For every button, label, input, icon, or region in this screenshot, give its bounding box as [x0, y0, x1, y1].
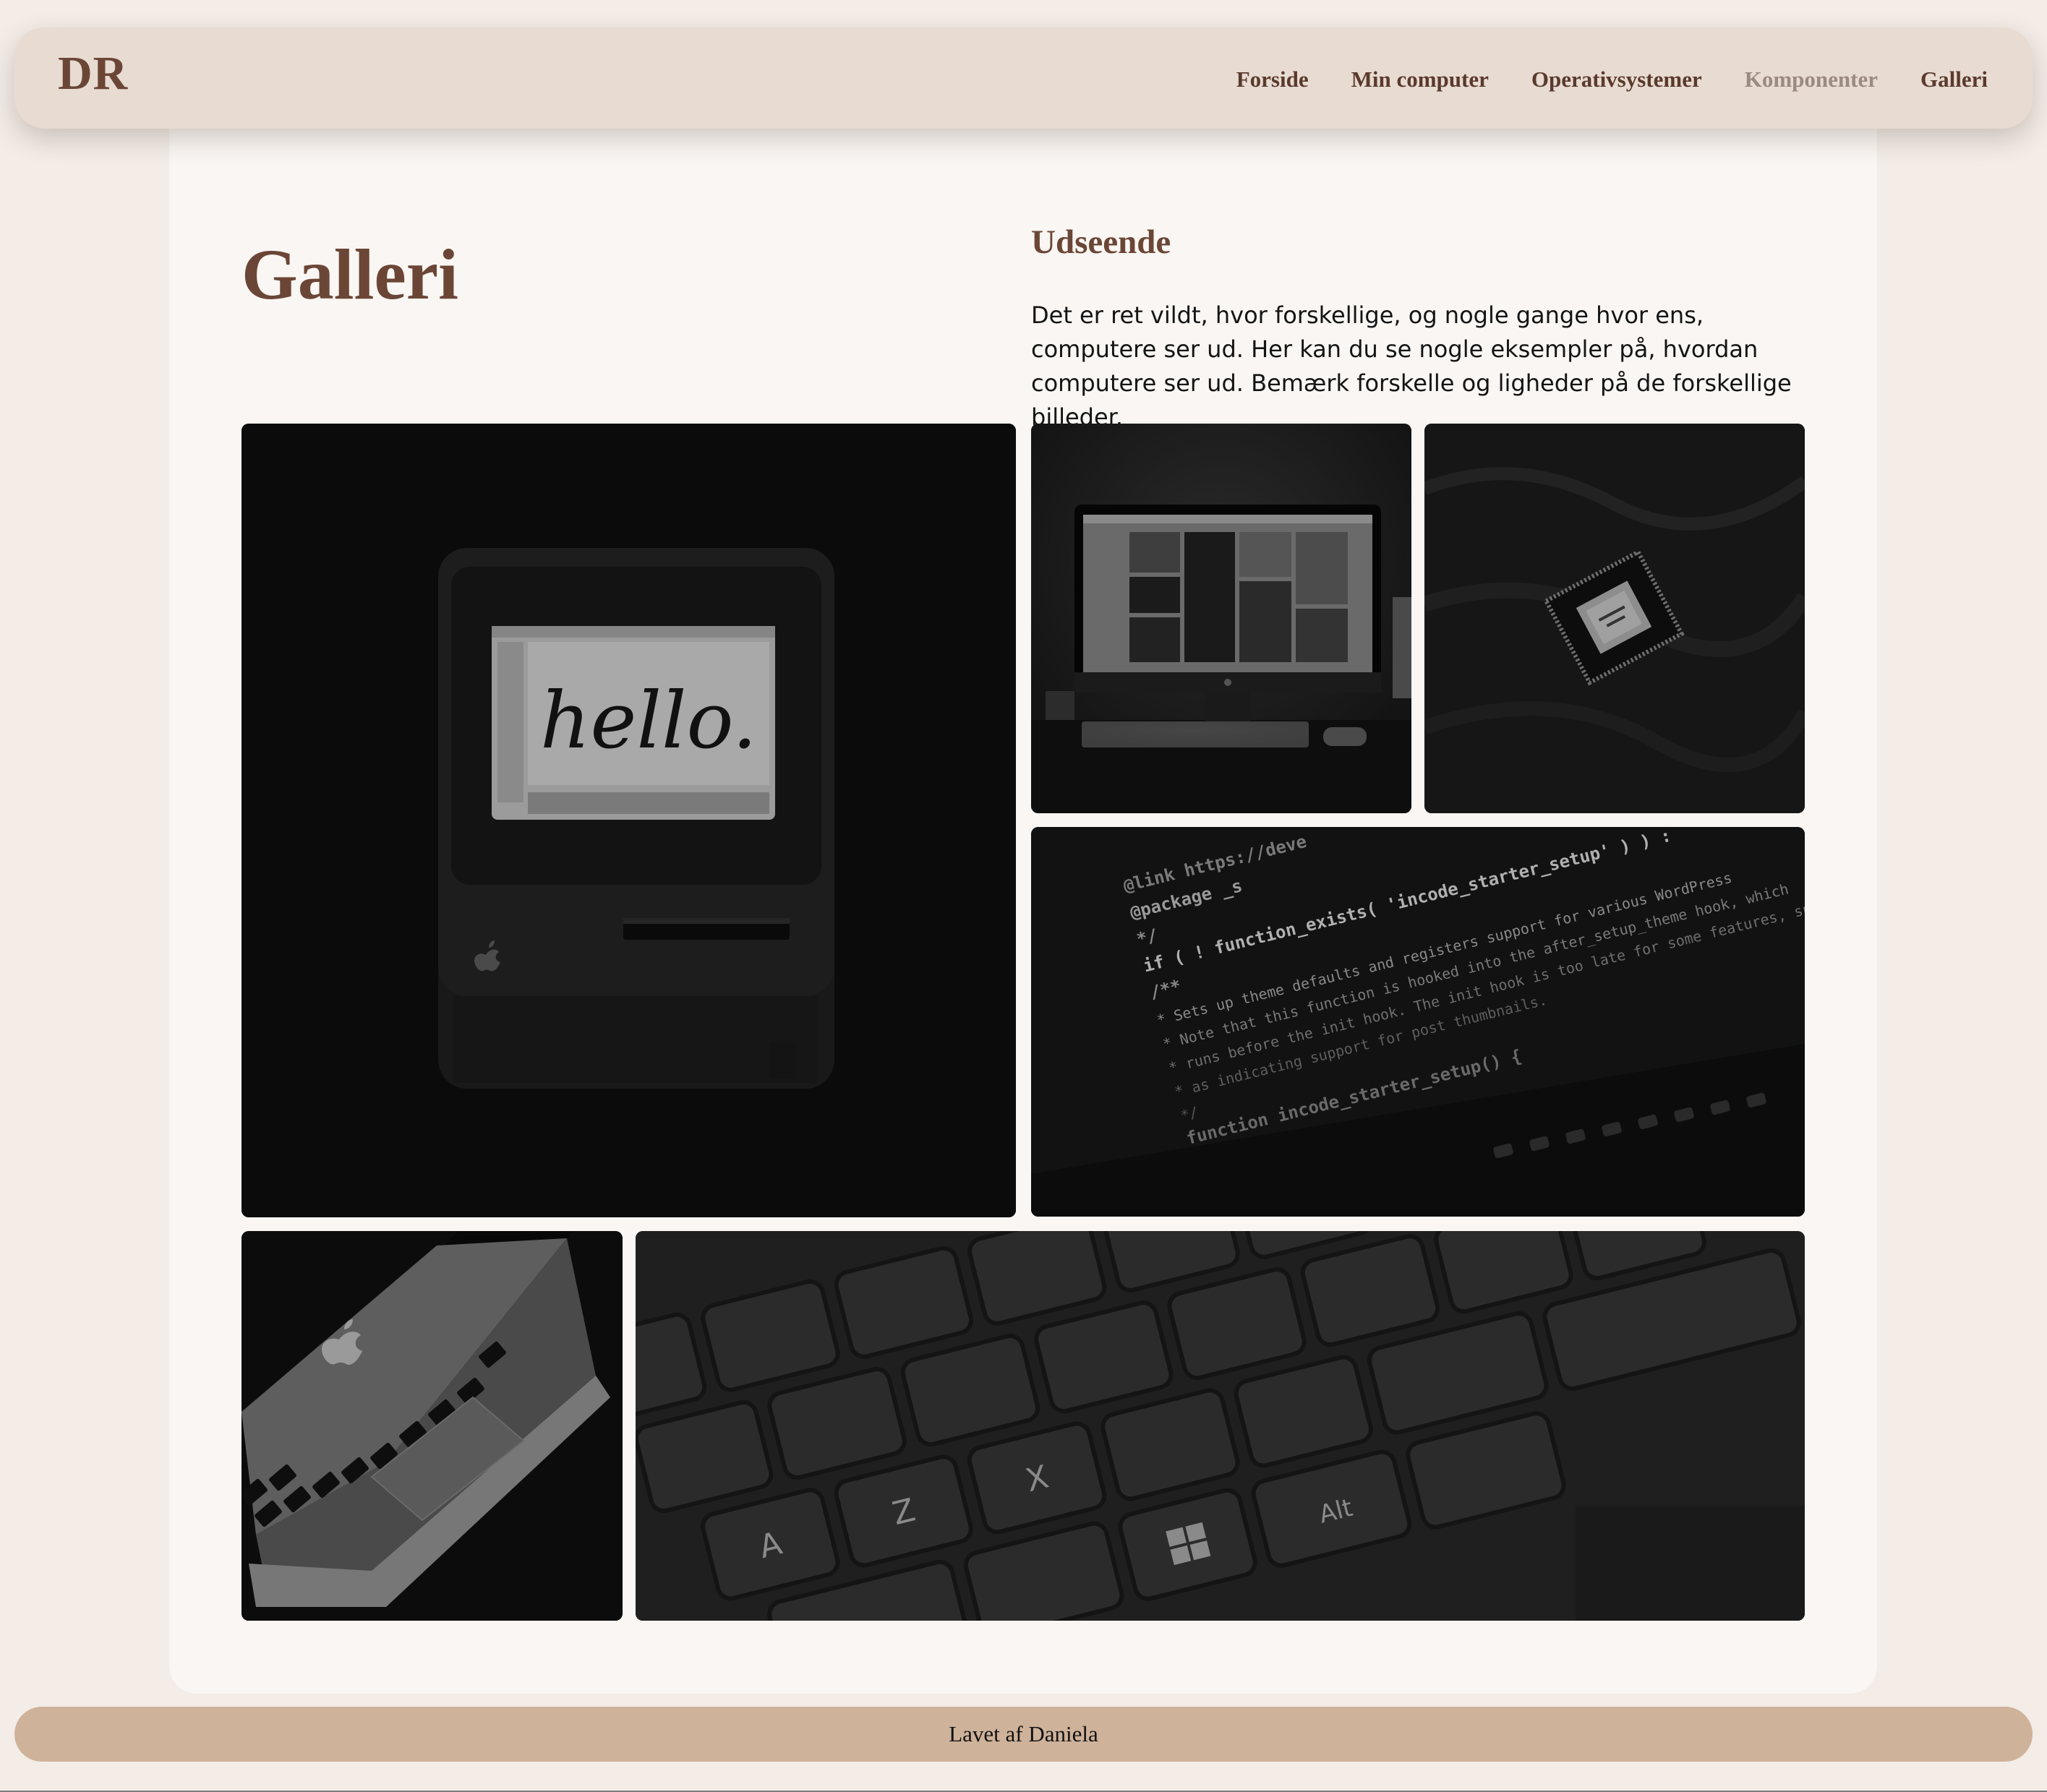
site-footer: Lavet af Daniela: [14, 1707, 2033, 1762]
gallery-image-cpu-chip[interactable]: [1424, 424, 1805, 813]
main-nav: Forside Min computer Operativsystemer Ko…: [1236, 67, 1988, 93]
nav-link-min-computer[interactable]: Min computer: [1351, 67, 1489, 93]
site-header: DR Forside Min computer Operativsystemer…: [14, 27, 2033, 129]
gallery-image-keyboard[interactable]: A Z X Alt: [636, 1231, 1805, 1621]
gallery-image-macbook[interactable]: [242, 1231, 623, 1621]
gallery-image-retro-mac[interactable]: hello.: [242, 424, 1016, 1217]
nav-link-operativsystemer[interactable]: Operativsystemer: [1531, 67, 1702, 93]
section-description: Det er ret vildt, hvor forskellige, og n…: [1031, 301, 1792, 431]
gallery-image-code-screen[interactable]: @link https://deve @package _s */ if ( !…: [1031, 827, 1805, 1217]
nav-link-galleri[interactable]: Galleri: [1920, 67, 1988, 93]
nav-link-forside[interactable]: Forside: [1236, 67, 1309, 93]
site-logo[interactable]: DR: [58, 46, 128, 101]
section-heading: Udseende: [1031, 223, 1171, 261]
page-title: Galleri: [242, 234, 458, 314]
hello-screen-text: hello.: [540, 676, 757, 766]
gallery-image-imac-desk[interactable]: [1031, 424, 1411, 813]
nav-link-komponenter[interactable]: Komponenter: [1745, 67, 1878, 93]
footer-credit: Lavet af Daniela: [949, 1721, 1098, 1746]
